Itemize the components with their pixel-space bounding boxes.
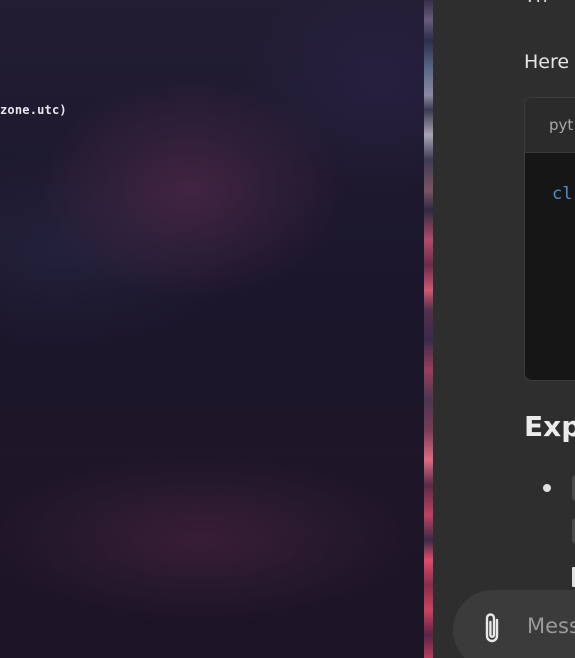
assistant-message-intro: Here	[524, 51, 570, 73]
code-keyword: cl	[552, 184, 573, 204]
terminal-output-line: zone.utc)	[0, 103, 67, 117]
code-language-label: pyt	[549, 116, 574, 134]
explanation-heading: Exp	[524, 410, 575, 443]
screen: zone.utc) Th Here pyt cl Exp Mess	[0, 0, 575, 658]
paperclip-icon[interactable]	[480, 612, 506, 646]
assistant-message-fragment: Th	[524, 0, 548, 7]
desktop-wallpaper-strip	[424, 0, 433, 658]
terminal-window[interactable]: zone.utc)	[0, 0, 424, 658]
list-bullet	[543, 484, 551, 492]
code-block: pyt cl	[524, 97, 575, 381]
message-input-placeholder[interactable]: Mess	[527, 614, 575, 638]
paperclip-icon-graphic	[485, 613, 499, 643]
chat-panel[interactable]: Th Here pyt cl Exp Mess	[433, 0, 575, 658]
